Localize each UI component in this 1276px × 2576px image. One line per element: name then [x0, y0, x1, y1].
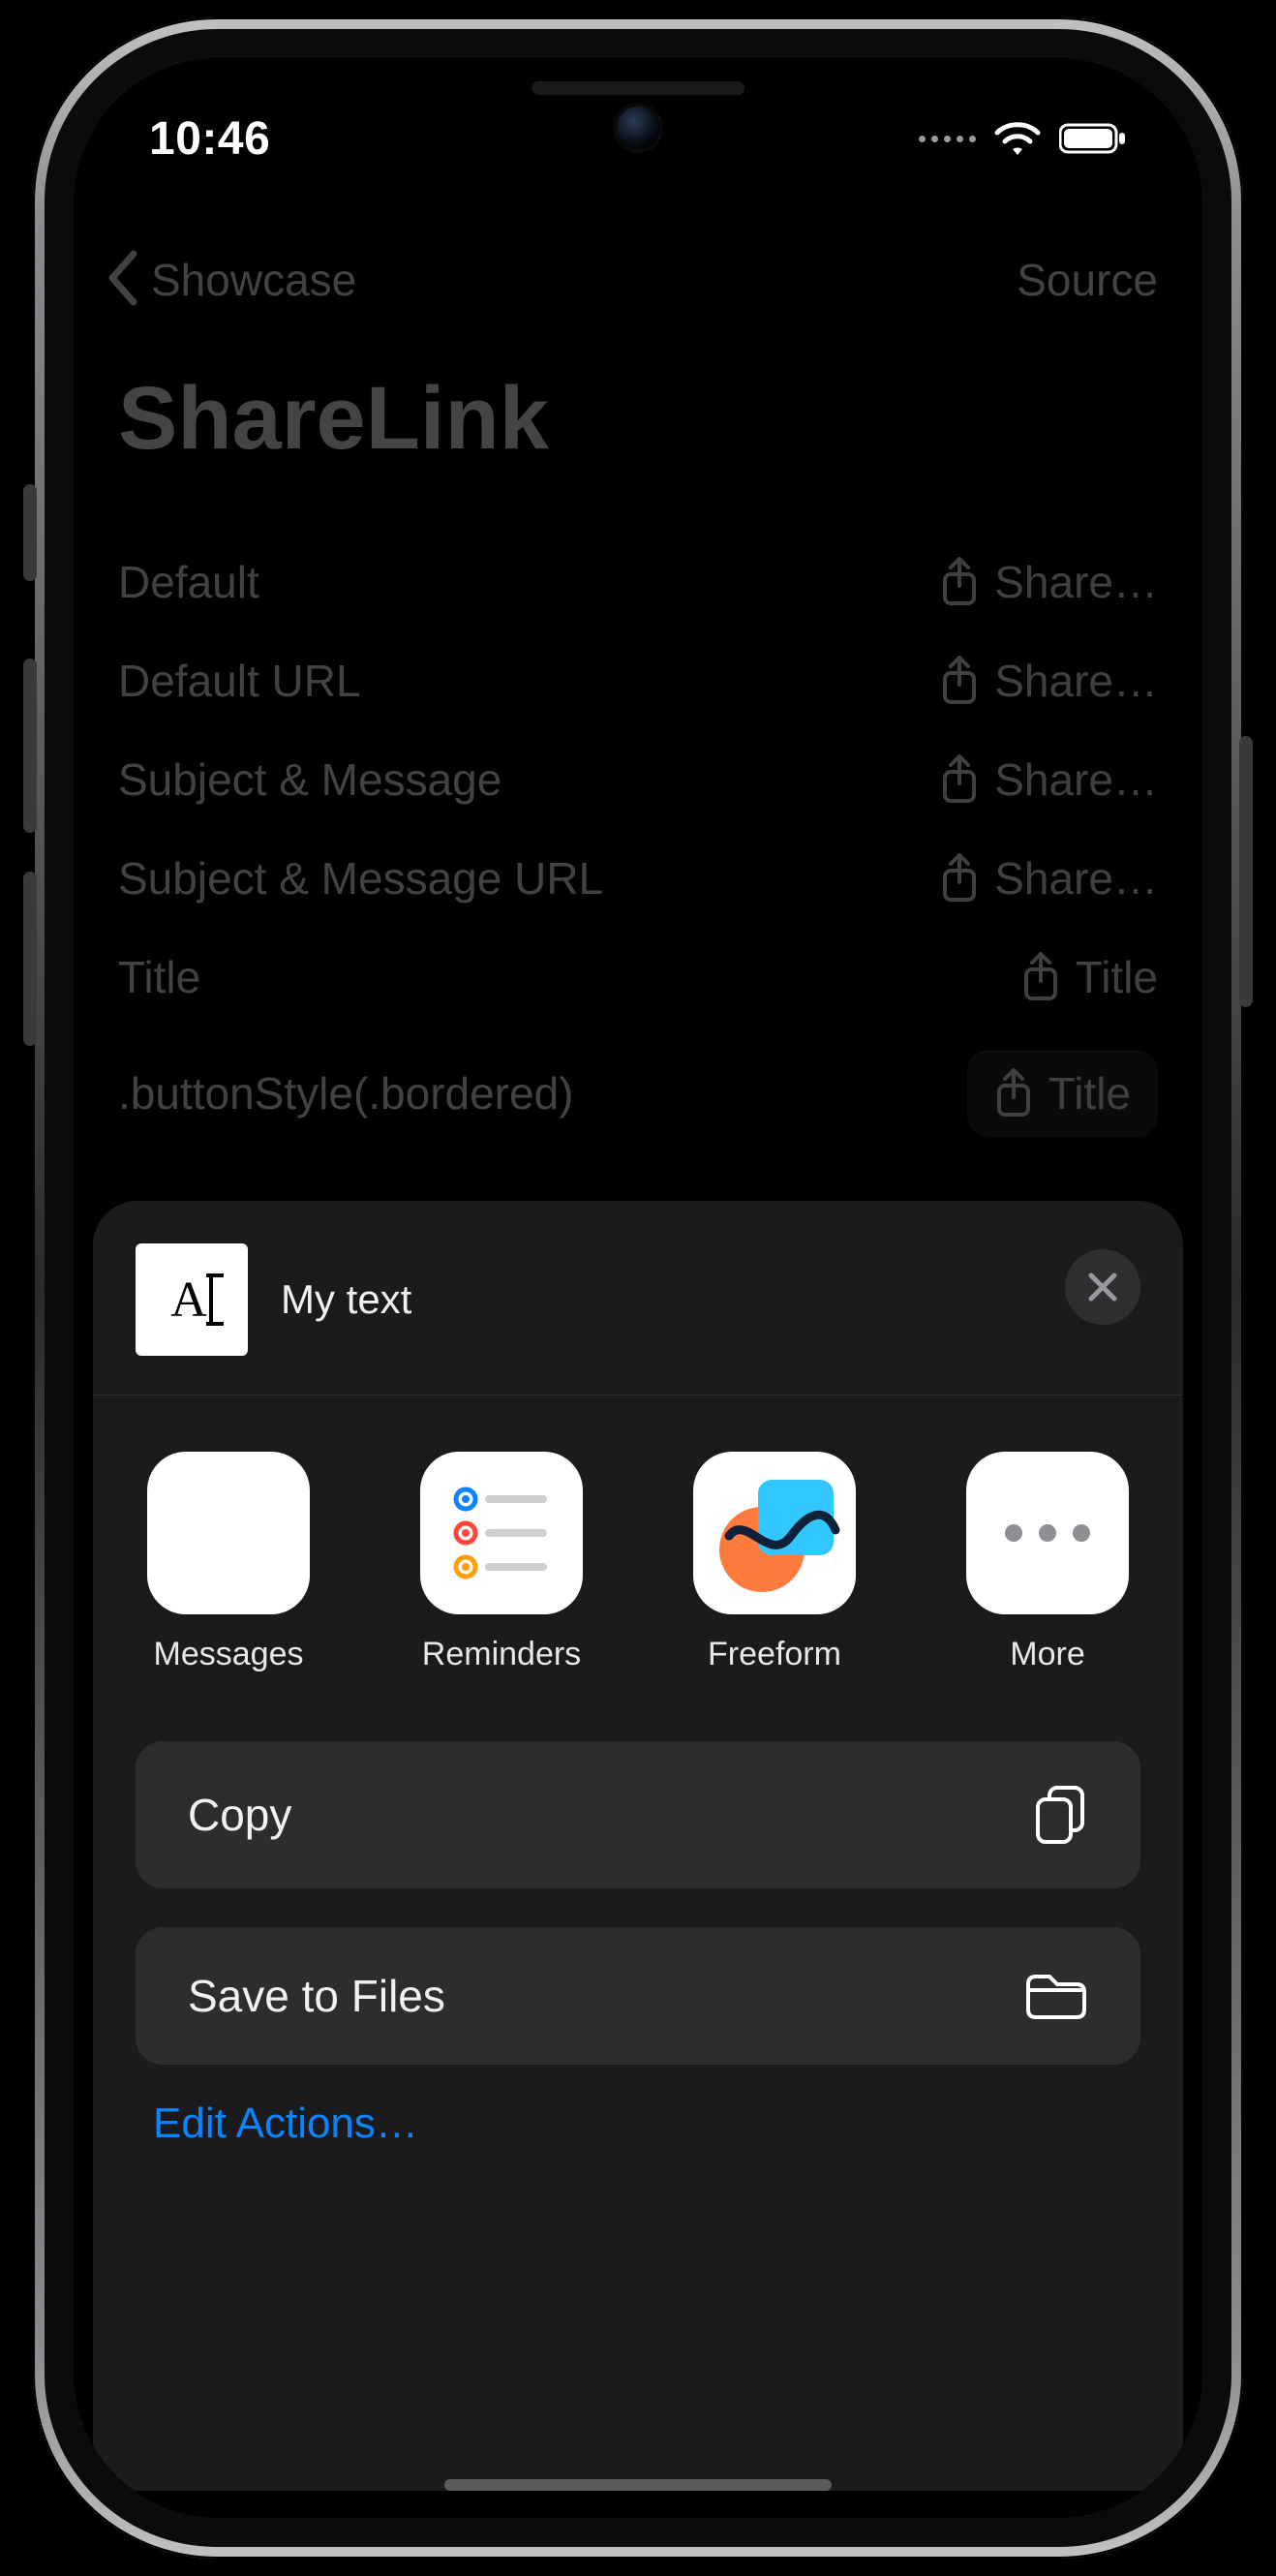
edit-actions-button[interactable]: Edit Actions… [93, 2065, 1183, 2148]
page-title: ShareLink [118, 368, 549, 470]
phone-side-button [23, 659, 37, 833]
share-button-label: Share… [994, 753, 1158, 806]
list-row: Subject & Message Share… [74, 730, 1202, 829]
cellular-dots-icon [919, 136, 976, 142]
home-indicator[interactable] [444, 2479, 832, 2491]
share-up-icon [940, 853, 979, 904]
reminders-app-icon [420, 1452, 583, 1614]
row-label: .buttonStyle(.bordered) [118, 1067, 574, 1119]
action-label: Save to Files [188, 1970, 445, 2022]
share-up-icon [940, 656, 979, 706]
share-up-icon [994, 1068, 1033, 1119]
share-app-messages[interactable]: Messages [141, 1452, 316, 1673]
action-files[interactable]: Save to Files [136, 1927, 1140, 2065]
row-label: Subject & Message [118, 753, 501, 806]
share-app-label: More [1010, 1636, 1084, 1673]
wifi-icon [993, 120, 1042, 157]
share-button[interactable]: Title [967, 1050, 1158, 1137]
action-label: Copy [188, 1789, 291, 1841]
nav-right-button[interactable]: Source [1017, 254, 1158, 306]
list-row: Default URL Share… [74, 631, 1202, 730]
messages-app-icon [147, 1452, 310, 1614]
share-preview-title: My text [281, 1276, 411, 1323]
share-button[interactable]: Share… [940, 655, 1158, 707]
phone-side-button [1239, 736, 1253, 1007]
nav-bar: Showcase Source [74, 252, 1202, 308]
more-app-icon [966, 1452, 1129, 1614]
back-label: Showcase [151, 254, 356, 306]
freeform-app-icon [693, 1452, 856, 1614]
phone-screen: 10:46 [74, 58, 1202, 2518]
phone-speaker [532, 81, 744, 95]
phone-side-button [23, 872, 37, 1046]
list-row: Default Share… [74, 533, 1202, 631]
share-app-label: Messages [154, 1636, 304, 1673]
share-button-label: Share… [994, 852, 1158, 905]
close-icon [1086, 1271, 1119, 1303]
share-button[interactable]: Share… [940, 556, 1158, 608]
close-button[interactable] [1065, 1249, 1140, 1325]
row-label: Default [118, 556, 259, 608]
share-sheet: A My text [93, 1201, 1183, 2491]
folder-icon [1022, 1971, 1088, 2021]
list-row: Subject & Message URL Share… [74, 829, 1202, 928]
share-button[interactable]: Share… [940, 753, 1158, 806]
back-button[interactable]: Showcase [105, 252, 356, 308]
share-button-label: Title [1076, 951, 1158, 1003]
share-up-icon [940, 557, 979, 607]
share-button-label: Share… [994, 655, 1158, 707]
share-up-icon [940, 754, 979, 805]
share-button[interactable]: Share… [940, 852, 1158, 905]
copy-icon [1034, 1784, 1088, 1846]
action-copy[interactable]: Copy [136, 1741, 1140, 1888]
chevron-left-icon [105, 250, 141, 306]
share-up-icon [1021, 952, 1060, 1002]
share-actions: Copy Save to Files [93, 1702, 1183, 2065]
share-app-more[interactable]: More [960, 1452, 1135, 1673]
row-label: Default URL [118, 655, 361, 707]
row-label: Title [118, 951, 200, 1003]
battery-icon [1059, 122, 1127, 155]
list-row: .buttonStyle(.bordered) Title [74, 1027, 1202, 1160]
text-glyph-icon: A [170, 1272, 213, 1329]
share-sheet-header: A My text [93, 1201, 1183, 1395]
share-button[interactable]: Title [1021, 951, 1158, 1003]
share-preview-thumbnail: A [136, 1243, 248, 1356]
share-button-label: Share… [994, 556, 1158, 608]
list-row: Title Title [74, 928, 1202, 1027]
share-app-label: Freeform [708, 1636, 841, 1673]
share-app-reminders[interactable]: Reminders [414, 1452, 589, 1673]
share-apps-row: Messages Reminders Freeform More [93, 1395, 1183, 1702]
content-rows: Default Share…Default URL Share…Subject … [74, 533, 1202, 1160]
status-time: 10:46 [149, 112, 270, 166]
phone-side-button [23, 484, 37, 581]
share-app-label: Reminders [422, 1636, 581, 1673]
row-label: Subject & Message URL [118, 852, 603, 905]
share-button-label: Title [1048, 1067, 1131, 1119]
status-bar: 10:46 [74, 95, 1202, 182]
share-app-freeform[interactable]: Freeform [687, 1452, 862, 1673]
